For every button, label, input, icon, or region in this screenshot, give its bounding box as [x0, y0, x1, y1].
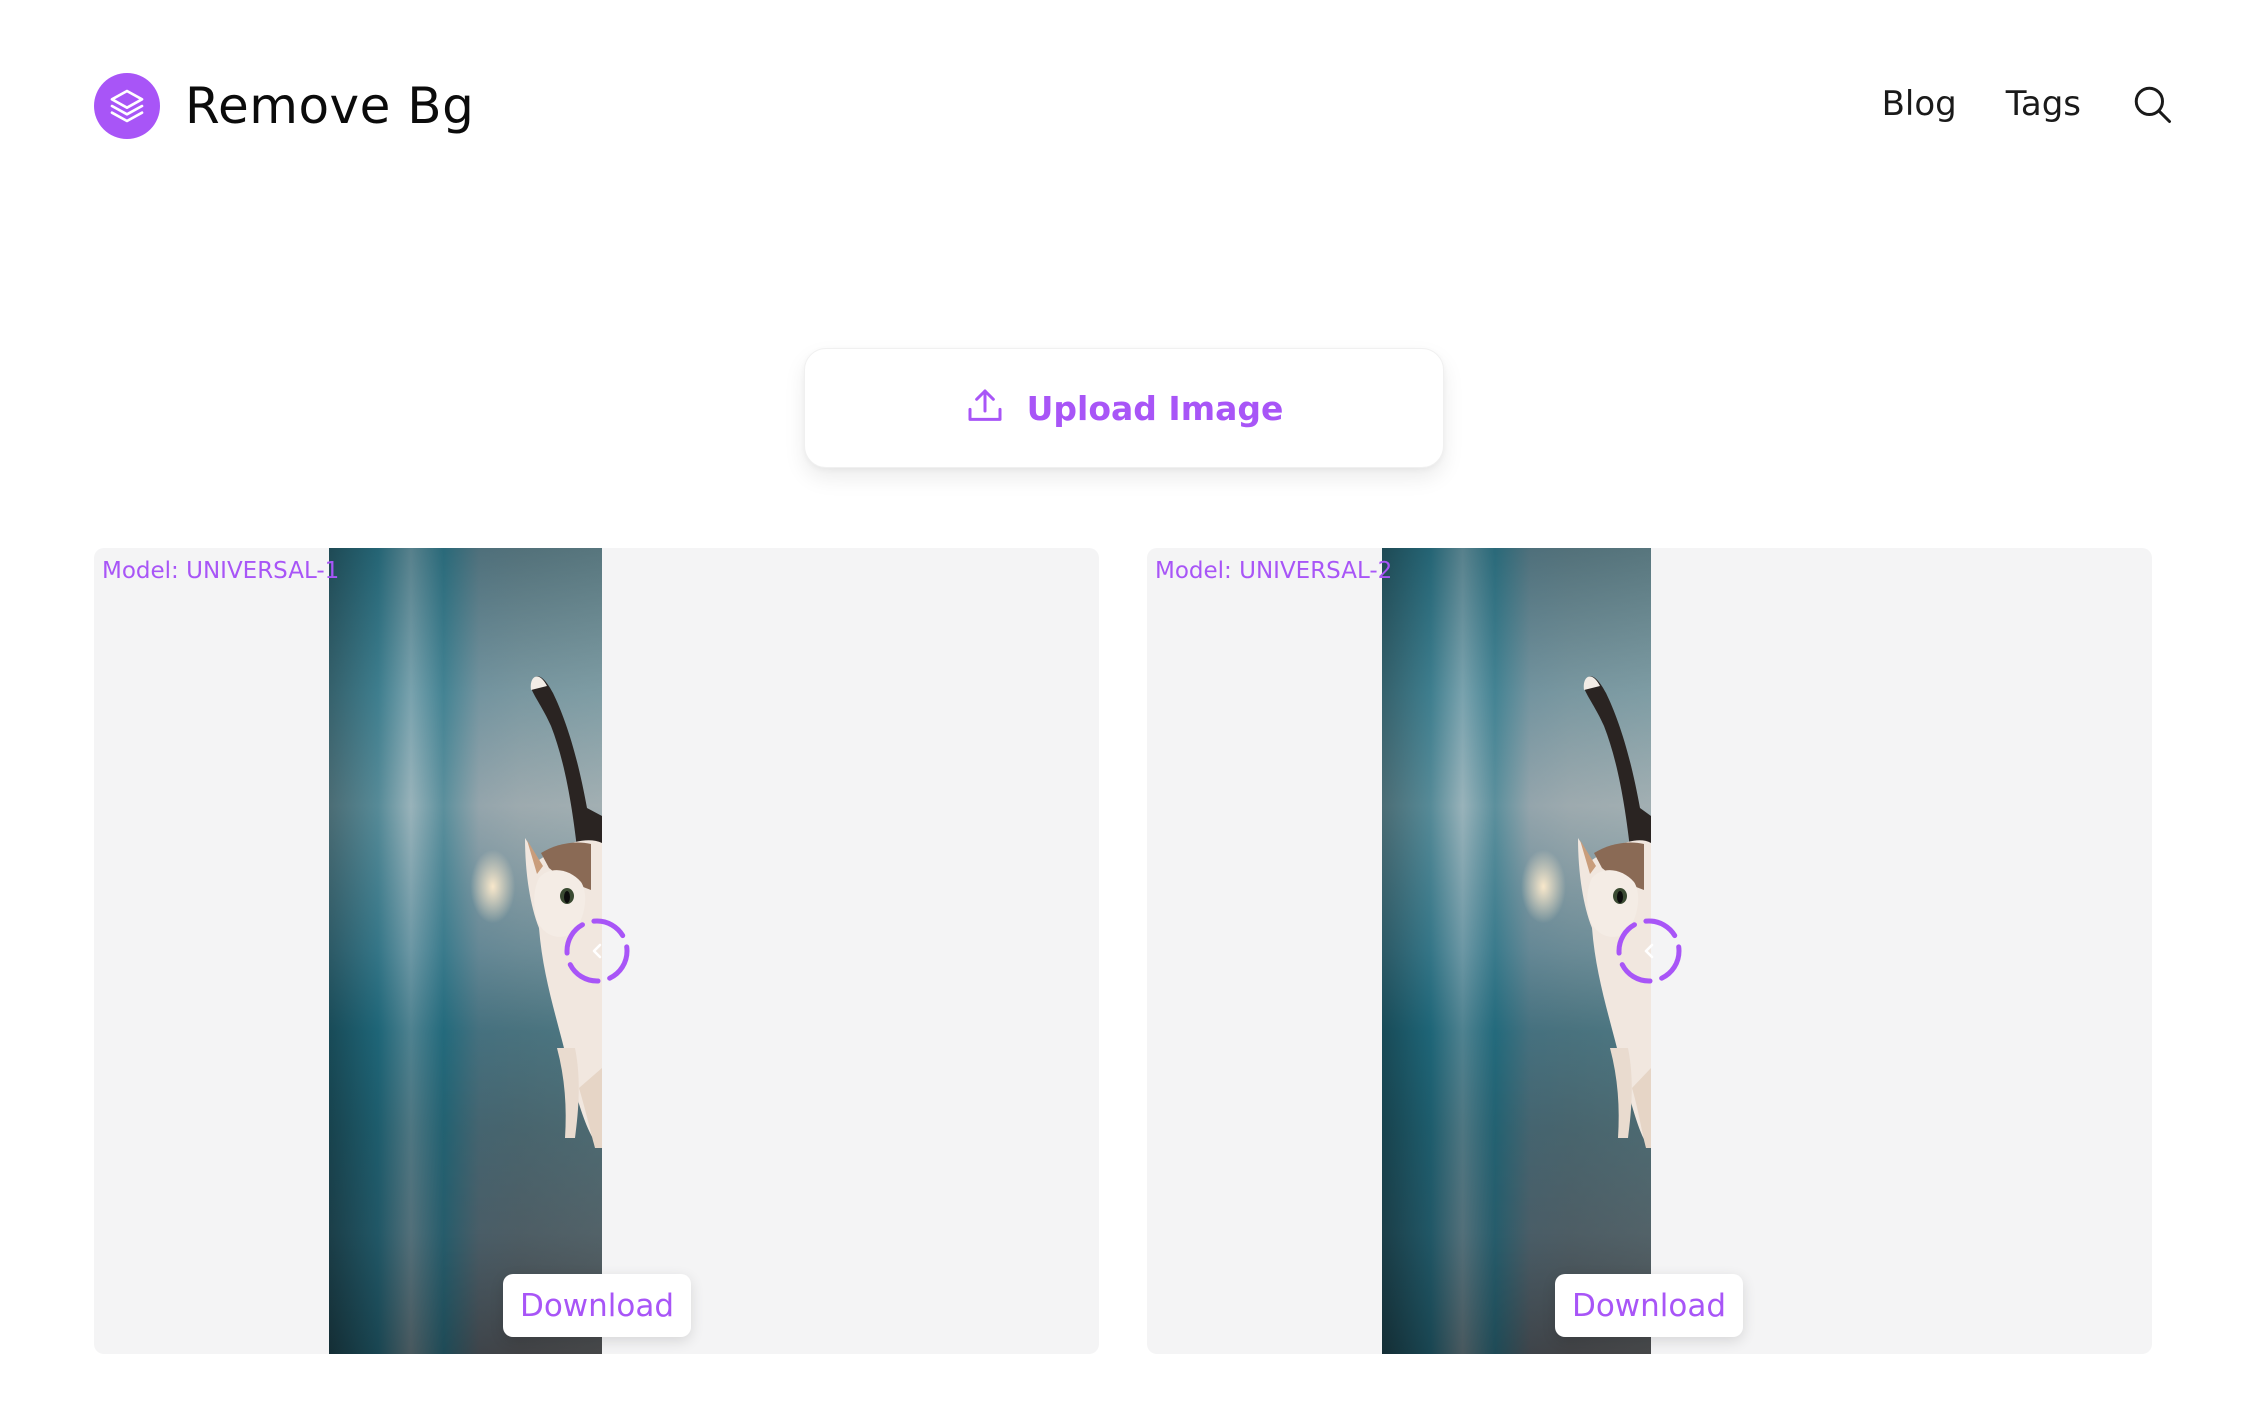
logo-text: Remove Bg	[185, 77, 475, 135]
chevron-left-icon	[1644, 943, 1654, 959]
download-button[interactable]: Download	[503, 1274, 691, 1337]
result-card-universal-1: Model: UNIVERSAL-1 Download	[94, 548, 1099, 1354]
nav-tags-link[interactable]: Tags	[2006, 84, 2081, 124]
layers-icon	[94, 73, 160, 139]
upload-image-button[interactable]: Upload Image	[804, 348, 1444, 468]
upload-icon	[965, 386, 1005, 430]
logo[interactable]: Remove Bg	[94, 73, 474, 139]
chevron-left-icon	[592, 943, 602, 959]
main-nav: Blog Tags	[1882, 82, 2174, 126]
download-button[interactable]: Download	[1555, 1274, 1743, 1337]
model-label: Model: UNIVERSAL-1	[102, 558, 340, 584]
cat-photo	[1382, 548, 1651, 1354]
comparison-slider-handle[interactable]	[1613, 915, 1685, 987]
model-label: Model: UNIVERSAL-2	[1155, 558, 1393, 584]
comparison-slider-handle[interactable]	[561, 915, 633, 987]
upload-image-label: Upload Image	[1026, 388, 1284, 428]
nav-blog-link[interactable]: Blog	[1882, 84, 1957, 124]
search-icon[interactable]	[2130, 82, 2174, 126]
result-card-universal-2: Model: UNIVERSAL-2 Download	[1147, 548, 2152, 1354]
